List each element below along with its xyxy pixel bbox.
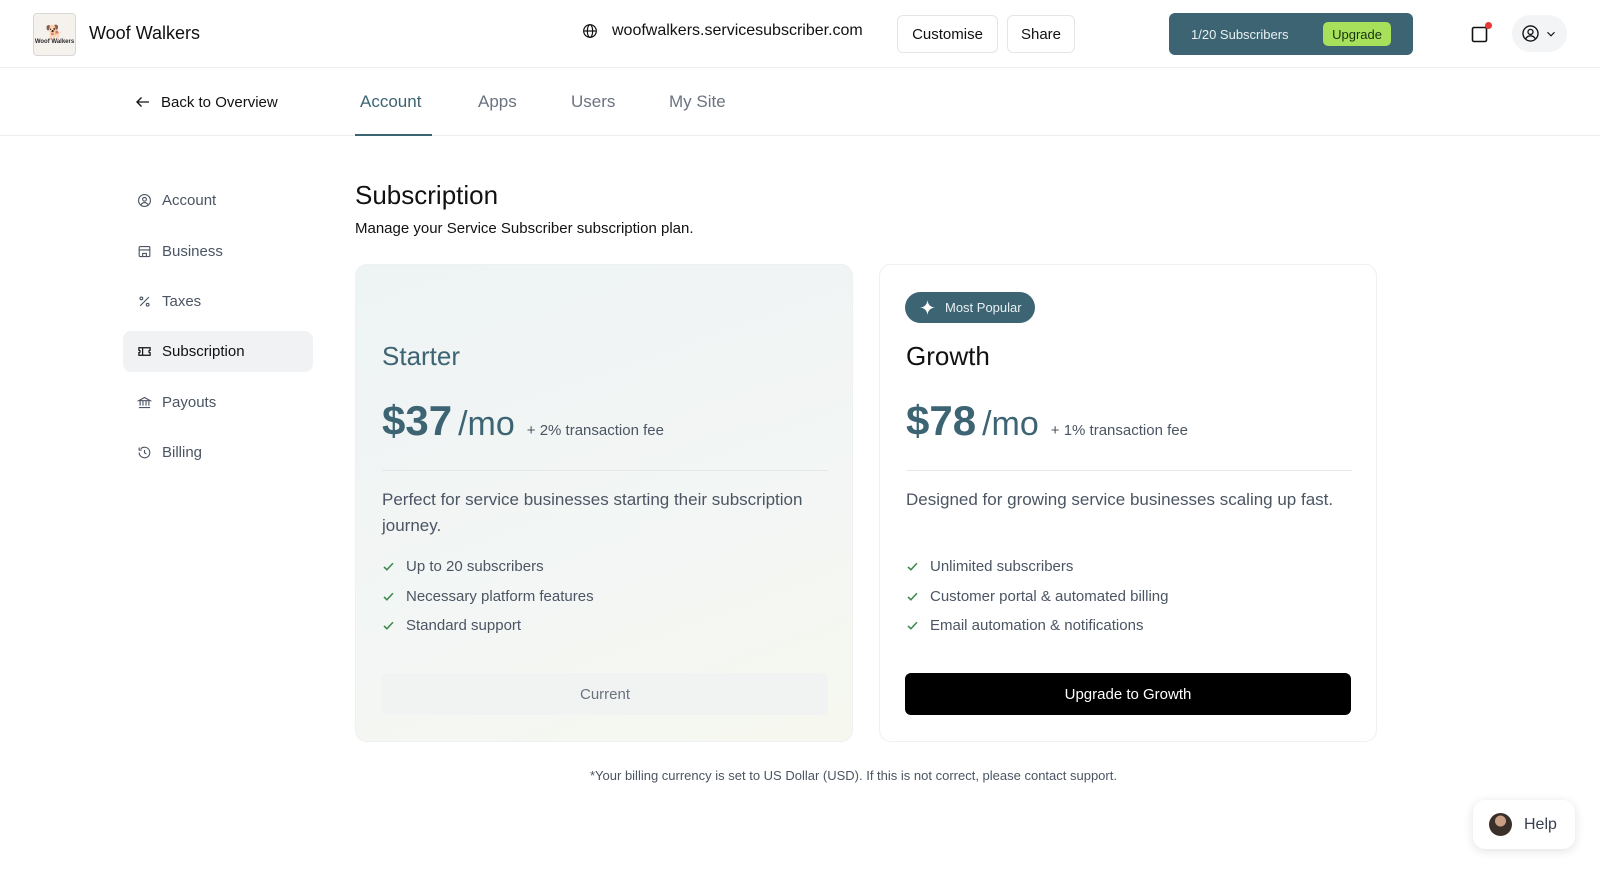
page-description: Manage your Service Subscriber subscript… [355,220,694,237]
sidebar-item-taxes[interactable]: Taxes [123,281,313,322]
history-icon [138,446,151,459]
sidebar-item-account[interactable]: Account [123,180,313,221]
logo-text: Woof Walkers [34,38,75,45]
help-label: Help [1524,815,1557,833]
support-avatar [1489,813,1512,836]
sidebar-item-billing[interactable]: Billing [123,432,313,473]
feature-text: Unlimited subscribers [930,558,1074,576]
plan-name: Growth [906,341,990,371]
check-icon [907,592,918,601]
list-item: Standard support [382,611,594,641]
page-title: Subscription [355,180,499,210]
plan-name: Starter [382,341,461,371]
business-name: Woof Walkers [89,23,201,43]
active-tab-indicator [355,134,432,136]
tab-apps[interactable]: Apps [478,92,517,112]
bank-icon [137,396,152,409]
sidebar-item-payouts[interactable]: Payouts [123,382,313,423]
sidebar-item-label: Payouts [162,394,217,411]
domain-text: woofwalkers.servicesubscriber.com [612,22,863,39]
upgrade-to-growth-button[interactable]: Upgrade to Growth [905,673,1351,715]
feature-list: Unlimited subscribers Customer portal & … [906,552,1168,641]
check-icon [383,562,394,572]
feature-text: Up to 20 subscribers [406,558,544,576]
feature-text: Standard support [406,617,522,635]
check-icon [383,592,394,601]
user-circle-icon [138,194,151,207]
price-period: /mo [458,405,515,443]
chevron-down-icon [1547,31,1555,37]
dog-logo-icon: 🐕 [45,23,64,40]
subscriber-count: 1/20 Subscribers [1191,26,1289,42]
price-amount: $78 [906,397,977,444]
badge-label: Most Popular [945,300,1022,315]
transaction-fee: + 1% transaction fee [1050,422,1188,439]
secondary-nav: Back to Overview Account Apps Users My S… [0,68,1600,136]
tab-account[interactable]: Account [360,92,421,112]
globe-icon [583,24,597,38]
sidebar-item-label: Taxes [162,293,202,310]
back-to-overview-link[interactable]: Back to Overview [134,93,278,111]
share-button[interactable]: Share [1007,15,1075,53]
plan-card-starter: Starter $37 /mo + 2% transaction fee Per… [355,264,853,742]
business-logo[interactable]: 🐕 Woof Walkers [33,13,76,56]
plan-price: $37 /mo + 2% transaction fee [382,397,664,445]
site-domain[interactable]: woofwalkers.servicesubscriber.com [582,22,863,40]
subscriber-count-pill[interactable]: 1/20 Subscribers Upgrade [1169,13,1413,55]
feature-text: Necessary platform features [406,587,594,605]
divider [382,470,828,471]
feature-text: Email automation & notifications [930,617,1144,635]
list-item: Up to 20 subscribers [382,552,594,582]
plan-card-growth: Most Popular Growth $78 /mo + 1% transac… [879,264,1377,742]
check-icon [907,621,918,631]
plan-description: Designed for growing service businesses … [906,490,1334,509]
sidebar-item-label: Billing [162,444,203,461]
user-menu-button[interactable] [1512,15,1567,52]
arrow-left-icon [136,97,149,107]
sidebar-item-subscription[interactable]: Subscription [123,331,313,372]
feature-text: Customer portal & automated billing [930,587,1169,605]
transaction-fee: + 2% transaction fee [526,422,664,439]
sidebar-item-business[interactable]: Business [123,231,313,272]
list-item: Customer portal & automated billing [906,582,1168,612]
sidebar-item-label: Subscription [162,343,245,360]
feature-list: Up to 20 subscribers Necessary platform … [382,552,594,641]
top-bar: 🐕 Woof Walkers Woof Walkers woofwalkers.… [0,0,1600,68]
check-icon [907,562,918,572]
tab-my-site[interactable]: My Site [669,92,726,112]
upgrade-button[interactable]: Upgrade [1323,22,1391,46]
back-label: Back to Overview [161,93,278,111]
notifications-button[interactable] [1470,22,1492,44]
divider [906,470,1352,471]
most-popular-badge: Most Popular [905,292,1035,323]
plan-description: Perfect for service businesses starting … [382,490,803,535]
user-circle-icon [1522,25,1539,42]
sparkle-icon [920,300,935,315]
billing-currency-note: *Your billing currency is set to US Doll… [590,768,1117,783]
check-icon [383,621,394,631]
current-plan-button[interactable]: Current [382,673,828,715]
sidebar-item-label: Account [162,192,217,209]
list-item: Email automation & notifications [906,611,1168,641]
store-icon [138,245,151,258]
notification-dot [1485,22,1492,29]
sidebar-item-label: Business [162,243,223,260]
ticket-icon [138,347,151,356]
customise-button[interactable]: Customise [897,15,998,53]
help-button[interactable]: Help [1473,800,1575,849]
list-item: Unlimited subscribers [906,552,1168,582]
percent-icon [139,296,150,307]
tab-users[interactable]: Users [571,92,615,112]
plan-price: $78 /mo + 1% transaction fee [906,397,1188,445]
price-amount: $37 [382,397,453,444]
list-item: Necessary platform features [382,582,594,612]
price-period: /mo [982,405,1039,443]
